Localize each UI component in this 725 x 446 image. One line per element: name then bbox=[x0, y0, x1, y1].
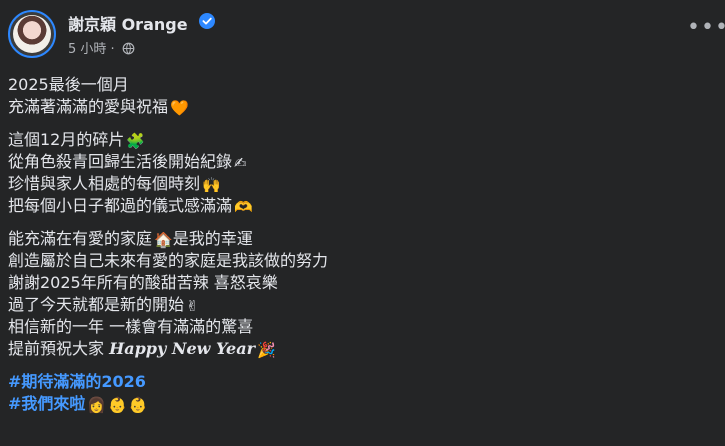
puzzle-piece-icon: 🧩 bbox=[126, 131, 146, 150]
author-avatar[interactable] bbox=[8, 10, 56, 58]
post-line: 謝謝2025年所有的酸甜苦辣 喜怒哀樂 bbox=[8, 273, 278, 292]
post-line: 把每個小日子都過的儀式感滿滿 🫶 bbox=[8, 195, 708, 217]
post-meta: 5 小時 · bbox=[68, 38, 135, 57]
post-line: 能充滿在有愛的家庭 🏠是我的幸運 bbox=[8, 228, 708, 250]
more-options-icon: ••• bbox=[687, 15, 725, 40]
post-line: 創造屬於自己未來有愛的家庭是我該做的努力 bbox=[8, 251, 329, 270]
party-popper-icon: 🎉 bbox=[257, 340, 276, 359]
author-name[interactable]: 謝京穎 Orange bbox=[68, 11, 188, 35]
orange-heart-icon: 🧡 bbox=[170, 98, 189, 117]
victory-hand-icon: ✌ bbox=[186, 296, 199, 315]
baby-face-icon: 👶 bbox=[108, 395, 127, 414]
hashtag-link[interactable]: #期待滿滿的2026 bbox=[8, 372, 146, 391]
baby-face-icon: 👶 bbox=[128, 395, 148, 414]
hashtag-link[interactable]: #我們來啦 bbox=[8, 394, 85, 413]
post-line-text: 珍惜與家人相處的每個時刻 bbox=[8, 174, 201, 193]
facebook-post: 謝京穎 Orange 5 小時 · ••• 2025最後一個月 充滿著滿滿的愛與… bbox=[0, 0, 725, 446]
post-line: 相信新的一年 一樣會有滿滿的驚喜 bbox=[8, 317, 254, 336]
writing-hand-icon: ✍ bbox=[234, 153, 247, 172]
house-icon: 🏠 bbox=[154, 230, 173, 249]
post-line-text: 這個12月的碎片 bbox=[8, 130, 125, 149]
verified-badge-icon bbox=[199, 13, 215, 29]
post-line-text: 提前預祝大家 bbox=[8, 339, 105, 358]
post-line-text: 過了今天就都是新的開始 bbox=[8, 295, 185, 314]
post-line: 2025最後一個月 bbox=[8, 75, 129, 94]
post-line-text: 充滿著滿滿的愛與祝福 bbox=[8, 97, 169, 116]
post-message: 2025最後一個月 充滿著滿滿的愛與祝福 🧡 這個12月的碎片 🧩 從角色殺青回歸生… bbox=[8, 74, 708, 415]
post-line-text: 把每個小日子都過的儀式感滿滿 bbox=[8, 196, 233, 215]
post-line: 提前預祝大家 Happy New Year 🎉 bbox=[8, 338, 708, 360]
post-line-text: 從角色殺青回歸生活後開始紀錄 bbox=[8, 152, 233, 171]
more-options-button[interactable]: ••• bbox=[687, 17, 725, 44]
meta-separator: · bbox=[110, 42, 115, 57]
post-line-text: 能充滿在有愛的家庭 bbox=[8, 229, 153, 248]
post-line-text: 是我的幸運 bbox=[172, 229, 253, 248]
hashtag-line: #期待滿滿的2026 bbox=[8, 371, 708, 393]
post-line: 這個12月的碎片 🧩 bbox=[8, 129, 708, 151]
heart-hands-icon: 🫶 bbox=[234, 197, 253, 216]
post-line: 珍惜與家人相處的每個時刻 🙌 bbox=[8, 173, 708, 195]
globe-icon[interactable] bbox=[122, 42, 135, 55]
avatar-photo bbox=[13, 15, 51, 53]
woman-face-icon: 👩 bbox=[87, 395, 107, 414]
post-line: 從角色殺青回歸生活後開始紀錄 ✍ bbox=[8, 151, 708, 173]
post-time[interactable]: 5 小時 bbox=[68, 42, 106, 57]
hashtag-line: #我們來啦 👩 👶 👶 bbox=[8, 393, 708, 415]
happy-new-year-text: Happy New Year bbox=[109, 339, 255, 358]
post-line: 充滿著滿滿的愛與祝福 🧡 bbox=[8, 96, 708, 118]
raised-hands-icon: 🙌 bbox=[202, 175, 221, 194]
post-line: 過了今天就都是新的開始 ✌ bbox=[8, 294, 708, 316]
